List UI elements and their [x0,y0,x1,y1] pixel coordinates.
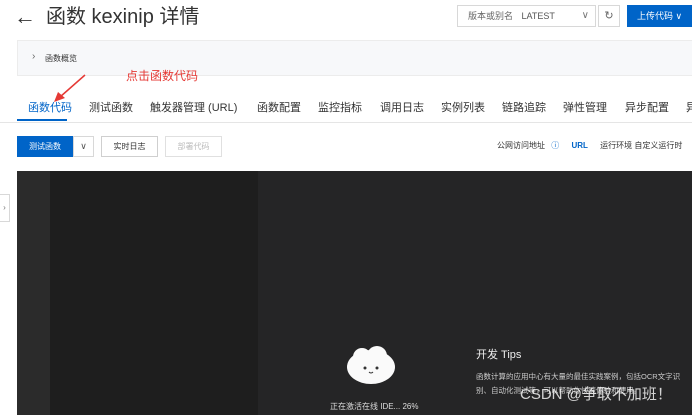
version-select-label: 版本或别名 [468,11,514,21]
tab-instance-list[interactable]: 实例列表 [441,99,485,115]
function-overview-panel[interactable]: › 函数概览 [17,40,692,76]
refresh-button[interactable]: ↻ [598,5,620,27]
tab-elastic-management[interactable]: 弹性管理 [563,99,607,115]
chevron-down-icon: ∨ [581,10,589,21]
tab-invocation-logs[interactable]: 调用日志 [380,99,424,115]
toolbar-info: 公网访问地址 ⓘ URL 运行环境 自定义运行时 [497,140,682,151]
back-arrow-icon[interactable]: ← [14,3,36,31]
tab-monitoring[interactable]: 监控指标 [318,99,362,115]
function-overview-label: 函数概览 [45,54,77,63]
tab-trigger-management[interactable]: 触发器管理 (URL) [150,99,237,115]
watermark: CSDN @争取不加班！ [520,386,672,403]
ide-loading-text: 正在激活在线 IDE... 26% [330,402,419,411]
deploy-code-button: 部署代码 [165,136,222,157]
url-link[interactable]: URL [571,141,587,150]
active-tab-indicator [17,119,67,121]
version-select-value: LATEST [521,11,555,21]
tab-tracing[interactable]: 链路追踪 [502,99,546,115]
upload-code-button[interactable]: 上传代码 ∨ [627,5,692,27]
chevron-right-icon: › [32,51,36,62]
page-title: 函数 kexinip 详情 [46,6,200,28]
cloud-mascot-icon [347,346,395,384]
realtime-log-button[interactable]: 实时日志 [101,136,158,157]
help-icon[interactable]: ⓘ [551,141,559,150]
test-options-dropdown[interactable]: ∨ [73,136,94,157]
tab-function-config[interactable]: 函数配置 [257,99,301,115]
public-url-label: 公网访问地址 [497,141,545,150]
ide-activity-bar [17,171,50,415]
tab-test-function[interactable]: 测试函数 [89,99,133,115]
test-function-button[interactable]: 测试函数 [17,136,73,157]
annotation-text: 点击函数代码 [126,69,199,83]
side-expand-handle[interactable]: › [0,194,10,222]
tips-title: 开发 Tips [476,349,522,361]
runtime-label: 运行环境 自定义运行时 [600,141,683,150]
tab-bar: 函数代码 测试函数 触发器管理 (URL) 函数配置 监控指标 调用日志 实例列… [0,90,692,123]
tab-async-config[interactable]: 异步配置 [625,99,669,115]
version-select[interactable]: 版本或别名 LATEST ∨ [457,5,596,27]
tab-more[interactable]: 异 [686,99,692,115]
tab-function-code[interactable]: 函数代码 [28,99,72,115]
